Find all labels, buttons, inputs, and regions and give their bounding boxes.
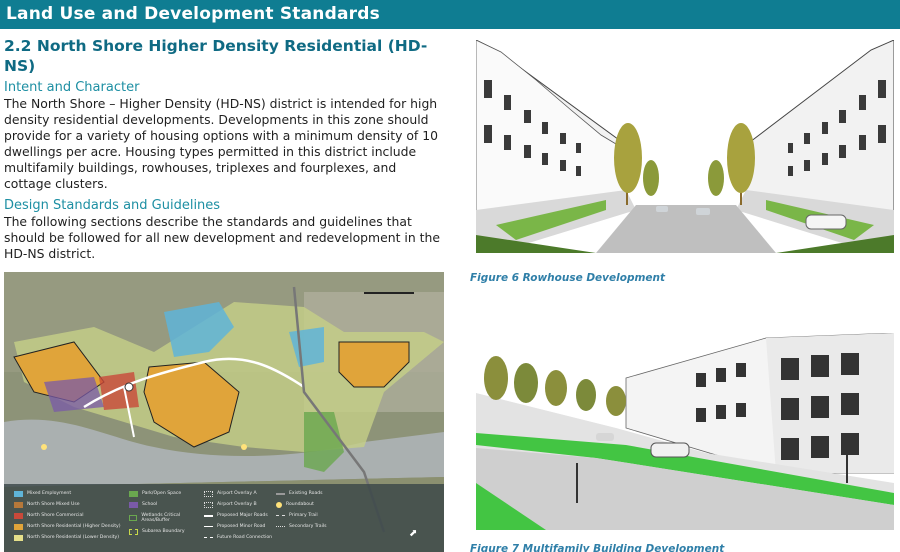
legend-label: Roundabout: [286, 502, 314, 507]
legend-swatch: [129, 528, 138, 535]
section-title: 2.2 North Shore Higher Density Residenti…: [4, 37, 428, 75]
legend-label: Existing Roads: [289, 491, 323, 496]
legend-swatch: [129, 515, 138, 521]
map-legend: Mixed Employment North Shore Mixed Use N…: [14, 488, 444, 548]
legend-swatch: [204, 514, 213, 517]
legend-label: Secondary Trails: [289, 524, 327, 529]
legend-swatch: [14, 490, 23, 497]
legend-label: North Shore Commercial: [27, 513, 84, 518]
design-heading: Design Standards and Guidelines: [4, 198, 221, 213]
legend-swatch: [204, 490, 213, 497]
legend-swatch: [14, 501, 23, 508]
multifamily-illustration: [476, 333, 894, 530]
intent-line: cottage clusters.: [4, 176, 108, 191]
north-arrow-icon: ⬈: [409, 528, 418, 539]
legend-label: Mixed Employment: [27, 491, 72, 496]
rowhouse-illustration: [476, 40, 894, 253]
intent-line: density residential developments. Develo…: [4, 112, 429, 127]
multifamily-figure: [476, 333, 894, 530]
legend-label: Park/Open Space: [142, 491, 182, 496]
design-line: The following sections describe the stan…: [4, 214, 412, 229]
land-use-map: Mixed Employment North Shore Mixed Use N…: [4, 272, 444, 552]
legend-label: North Shore Residential (Higher Density): [27, 524, 121, 529]
intent-line: multifamily buildings, rowhouses, triple…: [4, 160, 397, 175]
intent-heading: Intent and Character: [4, 80, 140, 95]
text-column: 2.2 North Shore Higher Density Residenti…: [4, 36, 444, 262]
intent-paragraph: The North Shore – Higher Density (HD-NS)…: [4, 96, 444, 192]
rowhouse-figure: [476, 40, 894, 253]
legend-label: Airport Overlay B: [217, 502, 257, 507]
intent-line: provide for a variety of housing options…: [4, 128, 439, 143]
legend-label: North Shore Residential (Lower Density): [27, 535, 120, 540]
school-zone: [44, 377, 104, 412]
legend-label: Wetlands Critical Areas/Buffer: [141, 513, 181, 523]
legend-swatch: [276, 515, 285, 516]
legend-swatch: [129, 501, 138, 508]
legend-swatch: [14, 534, 23, 541]
commercial-zone: [99, 372, 139, 410]
legend-label: Future Road Connection: [217, 535, 273, 540]
design-line: HD-NS district.: [4, 246, 96, 261]
legend-swatch: [276, 526, 285, 527]
intent-line: dwellings per acre. Housing types permit…: [4, 144, 417, 159]
legend-label: School: [142, 502, 158, 507]
legend-swatch: [14, 523, 23, 530]
figure-7-caption: Figure 7 Multifamily Building Developmen…: [470, 543, 725, 552]
design-line: should be followed for all new developme…: [4, 230, 440, 245]
legend-label: Primary Trail: [289, 513, 318, 518]
legend-swatch: [204, 501, 213, 508]
page-banner: Land Use and Development Standards: [0, 0, 900, 29]
legend-swatch: [129, 490, 138, 497]
figure-6-caption: Figure 6 Rowhouse Development: [470, 272, 666, 284]
legend-swatch: [204, 537, 213, 538]
design-paragraph: The following sections describe the stan…: [4, 214, 444, 262]
legend-swatch: [276, 492, 285, 495]
legend-label: Proposed Major Roads: [217, 513, 268, 518]
legend-label: Subarea Boundary: [142, 529, 185, 534]
legend-label: North Shore Mixed Use: [27, 502, 80, 507]
legend-swatch: [14, 512, 23, 519]
legend-label: Airport Overlay A: [217, 491, 257, 496]
legend-swatch: [204, 526, 213, 527]
roundabout-icon: [276, 501, 282, 508]
legend-label: Proposed Minor Road: [217, 524, 266, 529]
intent-line: The North Shore – Higher Density (HD-NS)…: [4, 96, 438, 111]
